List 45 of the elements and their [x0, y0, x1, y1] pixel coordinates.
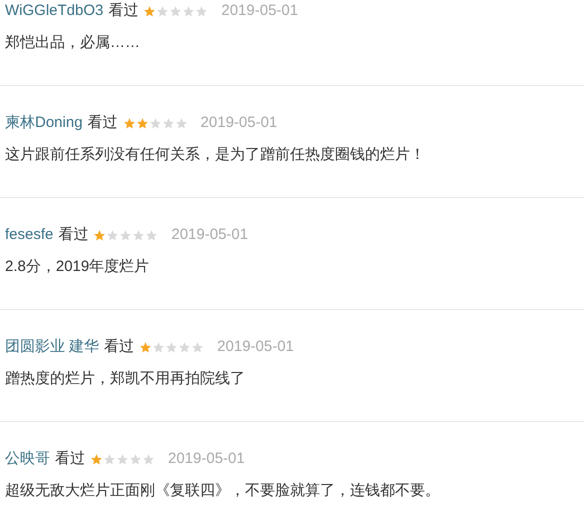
review-comment: 郑恺出品，必属…… [5, 33, 141, 53]
star-icon [165, 340, 178, 354]
review-comment: 超级无敌大烂片正面刚《复联四》，不要脸就算了，连钱都不要。 [5, 481, 441, 501]
star-icon [132, 228, 146, 242]
username-link[interactable]: 柬林Doning [5, 112, 83, 134]
watched-label: 看过 [88, 112, 118, 133]
review-date: 2019-05-01 [200, 112, 278, 133]
star-icon [106, 228, 120, 242]
star-icon [169, 4, 182, 18]
star-icon [93, 228, 106, 242]
review-comment: 蹭热度的烂片，郑凯不用再拍院线了 [5, 369, 246, 389]
watched-label: 看过 [55, 448, 85, 469]
watched-label: 看过 [58, 224, 88, 245]
star-icon [139, 340, 152, 354]
review-date: 2019-05-01 [171, 224, 248, 245]
star-icon [174, 116, 188, 130]
star-icon [103, 452, 116, 466]
username-link[interactable]: 团圆影业 建华 [5, 336, 100, 358]
star-icon [122, 116, 136, 130]
star-icon [156, 4, 170, 18]
star-icon [191, 340, 204, 354]
review-date: 2019-05-01 [221, 0, 298, 21]
star-icon [162, 116, 175, 130]
star-icon [119, 228, 132, 242]
star-icon [143, 4, 156, 18]
star-icon [148, 116, 162, 130]
watched-label: 看过 [104, 336, 134, 357]
star-icon [152, 340, 166, 354]
star-icon [195, 4, 208, 18]
username-link[interactable]: 公映哥 [5, 448, 50, 470]
star-icon [129, 452, 142, 466]
star-icon [116, 452, 129, 466]
star-icon [142, 452, 155, 466]
review-date: 2019-05-01 [217, 336, 294, 357]
review-date: 2019-05-01 [168, 448, 245, 469]
username-link[interactable]: WiGGleTdbO3 [5, 0, 104, 22]
username-link[interactable]: fesesfe [5, 224, 54, 246]
star-icon [178, 340, 192, 354]
star-icon [145, 228, 158, 242]
review-comment: 这片跟前任系列没有任何关系，是为了蹭前任热度圈钱的烂片！ [5, 145, 426, 165]
star-icon [90, 452, 103, 466]
watched-label: 看过 [108, 0, 138, 21]
review-comment: 2.8分，2019年度烂片 [5, 257, 150, 277]
star-icon [182, 4, 196, 18]
star-icon [136, 116, 149, 130]
